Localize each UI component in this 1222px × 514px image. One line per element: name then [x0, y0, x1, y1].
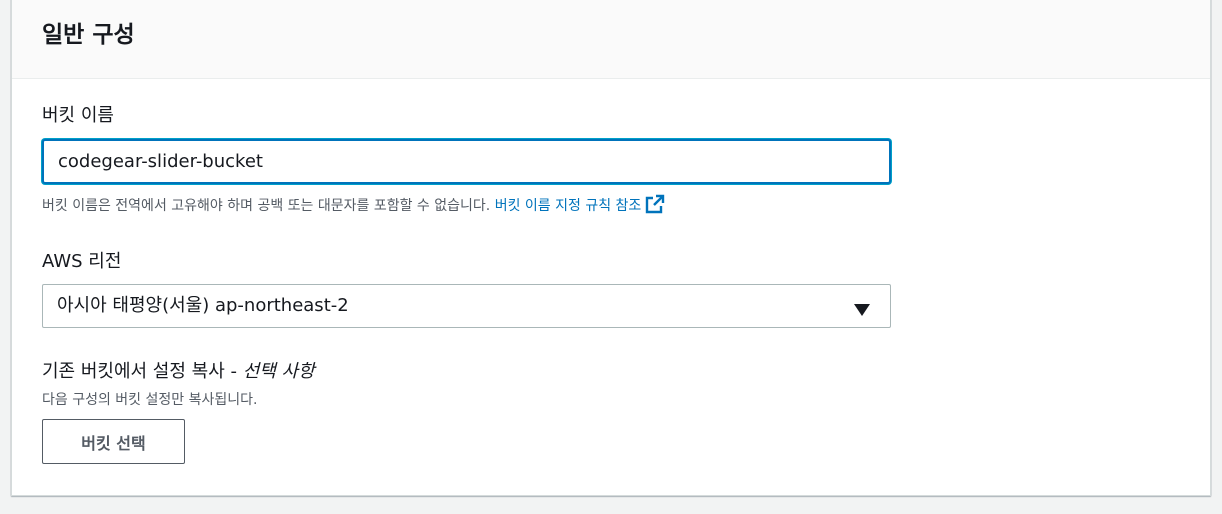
copy-settings-label-text: 기존 버킷에서 설정 복사 - [42, 361, 243, 382]
panel-title: 일반 구성 [42, 22, 135, 48]
copy-settings-label: 기존 버킷에서 설정 복사 - 선택 사항 [42, 360, 315, 384]
region-select[interactable]: 아시아 태평양(서울) ap-northeast-2 [42, 284, 891, 328]
bucket-name-input[interactable] [42, 139, 891, 184]
bucket-name-hint-text: 버킷 이름은 전역에서 고유해야 하며 공백 또는 대문자를 포함할 수 없습니… [42, 198, 491, 214]
copy-settings-description: 다음 구성의 버킷 설정만 복사됩니다. [42, 392, 258, 408]
bucket-name-label: 버킷 이름 [42, 105, 114, 126]
naming-rules-link[interactable]: 버킷 이름 지정 규칙 참조 [494, 194, 666, 214]
bucket-name-hint: 버킷 이름은 전역에서 고유해야 하며 공백 또는 대문자를 포함할 수 없습니… [42, 194, 665, 220]
naming-rules-link-text: 버킷 이름 지정 규칙 참조 [494, 198, 642, 214]
general-configuration-panel: 일반 구성 버킷 이름 버킷 이름은 전역에서 고유해야 하며 공백 또는 대문… [11, 0, 1211, 496]
panel-header: 일반 구성 [12, 0, 1210, 79]
optional-marker: 선택 사항 [242, 361, 315, 382]
region-label: AWS 리전 [42, 251, 122, 272]
external-link-icon [645, 194, 665, 220]
choose-bucket-button[interactable]: 버킷 선택 [42, 419, 185, 464]
region-selected-value: 아시아 태평양(서울) ap-northeast-2 [57, 295, 349, 316]
caret-down-icon [854, 301, 870, 320]
